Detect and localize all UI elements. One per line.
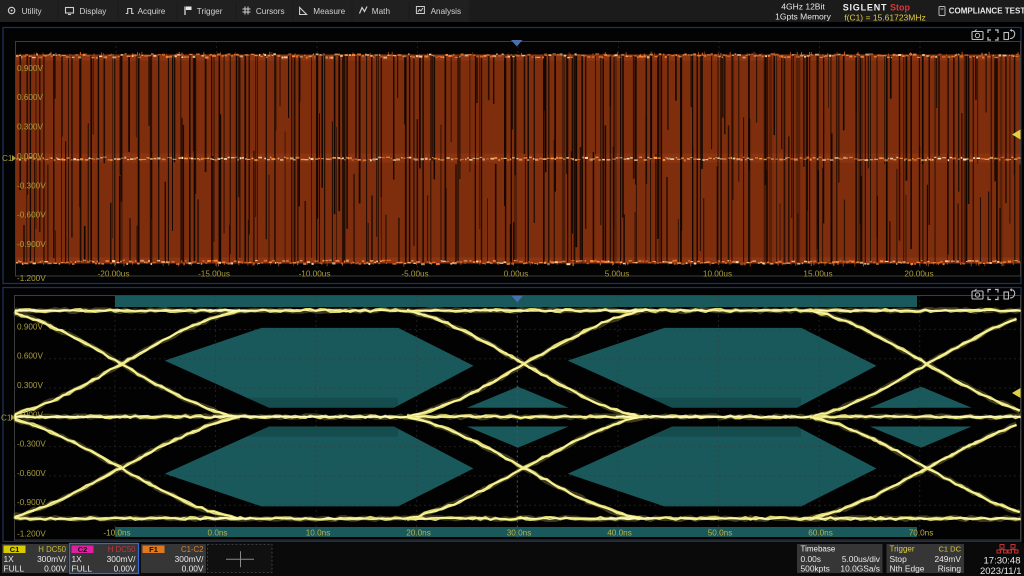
svg-text:0.00s: 0.00s xyxy=(801,554,822,564)
svg-text:0.600V: 0.600V xyxy=(17,93,43,102)
svg-text:0.00V: 0.00V xyxy=(114,563,136,573)
svg-text:C1: C1 xyxy=(2,154,13,163)
svg-text:0.00V: 0.00V xyxy=(182,563,204,573)
svg-text:1X: 1X xyxy=(4,554,15,564)
svg-text:C1: C1 xyxy=(1,413,12,422)
svg-text:0.600V: 0.600V xyxy=(17,352,43,361)
svg-text:C1 DC: C1 DC xyxy=(938,545,961,554)
svg-text:10.0ns: 10.0ns xyxy=(306,529,331,538)
svg-text:Timebase: Timebase xyxy=(801,545,836,554)
svg-text:0.300V: 0.300V xyxy=(17,381,43,390)
svg-text:Utility: Utility xyxy=(22,7,43,16)
svg-text:Stop: Stop xyxy=(890,3,910,13)
svg-text:Nth Edge: Nth Edge xyxy=(890,563,925,573)
svg-text:5.00us: 5.00us xyxy=(605,270,630,279)
svg-text:-5.00us: -5.00us xyxy=(401,270,428,279)
svg-text:4GHz 12Bit: 4GHz 12Bit xyxy=(781,2,825,12)
svg-text:C1-C2: C1-C2 xyxy=(181,545,204,554)
svg-text:Rising: Rising xyxy=(938,563,962,573)
svg-text:-0.900V: -0.900V xyxy=(17,240,46,249)
svg-text:70.0ns: 70.0ns xyxy=(909,529,934,538)
svg-text:COMPLIANCE TEST: COMPLIANCE TEST xyxy=(949,7,1024,16)
svg-text:-1.200V: -1.200V xyxy=(17,530,46,539)
svg-text:30.0ns: 30.0ns xyxy=(507,529,532,538)
svg-text:0.900V: 0.900V xyxy=(17,64,43,73)
svg-text:20.00us: 20.00us xyxy=(904,270,933,279)
svg-text:-1.200V: -1.200V xyxy=(17,274,46,283)
svg-text:-0.300V: -0.300V xyxy=(17,440,46,449)
svg-text:-0.600V: -0.600V xyxy=(17,211,46,220)
svg-text:40.0ns: 40.0ns xyxy=(607,529,632,538)
svg-text:0.000V: 0.000V xyxy=(17,152,43,161)
svg-text:0.00us: 0.00us xyxy=(504,270,529,279)
svg-text:-0.600V: -0.600V xyxy=(17,469,46,478)
svg-text:1Gpts Memory: 1Gpts Memory xyxy=(775,12,831,22)
svg-text:0.300V: 0.300V xyxy=(17,122,43,131)
svg-text:Display: Display xyxy=(80,7,108,16)
svg-text:-0.300V: -0.300V xyxy=(17,181,46,190)
svg-text:Acquire: Acquire xyxy=(138,7,166,16)
svg-text:SIGLENT: SIGLENT xyxy=(843,3,888,13)
svg-text:50.0ns: 50.0ns xyxy=(708,529,733,538)
svg-text:f(C1) = 15.61723MHz: f(C1) = 15.61723MHz xyxy=(844,13,926,23)
svg-text:Math: Math xyxy=(372,7,391,16)
svg-text:300mV/: 300mV/ xyxy=(107,554,137,564)
svg-text:20.0ns: 20.0ns xyxy=(406,529,431,538)
svg-text:C2: C2 xyxy=(78,545,88,554)
svg-text:60.0ns: 60.0ns xyxy=(808,529,833,538)
svg-text:500kpts: 500kpts xyxy=(801,563,830,573)
svg-text:5.00us/div: 5.00us/div xyxy=(842,554,881,564)
svg-text:F1: F1 xyxy=(149,545,158,554)
svg-text:15.00us: 15.00us xyxy=(803,270,832,279)
svg-text:1X: 1X xyxy=(72,554,83,564)
svg-text:0.0ns: 0.0ns xyxy=(207,529,227,538)
svg-text:Analysis: Analysis xyxy=(431,7,462,16)
svg-text:FULL: FULL xyxy=(72,563,93,573)
svg-text:2023/11/1: 2023/11/1 xyxy=(980,566,1022,576)
svg-text:249mV: 249mV xyxy=(934,554,961,564)
svg-text:10.00us: 10.00us xyxy=(703,270,732,279)
svg-text:C1: C1 xyxy=(10,545,20,554)
svg-text:Trigger: Trigger xyxy=(197,7,223,16)
svg-text:-10.0ns: -10.0ns xyxy=(103,529,130,538)
svg-text:-20.00us: -20.00us xyxy=(98,270,130,279)
svg-text:H DC50: H DC50 xyxy=(108,545,136,554)
svg-text:-15.00us: -15.00us xyxy=(198,270,230,279)
svg-text:0.00V: 0.00V xyxy=(44,563,66,573)
svg-text:Trigger: Trigger xyxy=(890,545,915,554)
svg-text:300mV/: 300mV/ xyxy=(37,554,67,564)
svg-text:Cursors: Cursors xyxy=(256,7,285,16)
svg-text:10.0GSa/s: 10.0GSa/s xyxy=(840,563,880,573)
svg-text:Measure: Measure xyxy=(313,7,345,16)
svg-text:FULL: FULL xyxy=(4,563,25,573)
svg-text:300mV/: 300mV/ xyxy=(175,554,205,564)
svg-text:H DC50: H DC50 xyxy=(38,545,66,554)
svg-text:Stop: Stop xyxy=(890,554,908,564)
svg-text:-10.00us: -10.00us xyxy=(299,270,331,279)
